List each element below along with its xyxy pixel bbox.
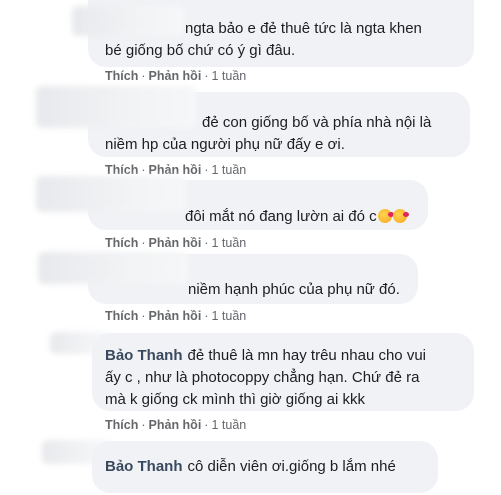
comment-text-line: Bảo Thanh đẻ thuê là mn hay trêu nhau cho… [105, 347, 426, 364]
comment-text-line: mà k giống ck mình thì giờ giống ai kkk [105, 391, 365, 408]
smiling-hearts-icon [392, 209, 409, 223]
comment-text-line: Bảo Thanh cô diễn viên ơi.giống b lắm nhé [105, 458, 396, 475]
timestamp[interactable]: 1 tuần [211, 236, 246, 250]
timestamp[interactable]: 1 tuần [211, 163, 246, 177]
comment-author[interactable]: Bảo Thanh [105, 458, 183, 475]
like-button[interactable]: Thích [105, 69, 138, 83]
like-button[interactable]: Thích [105, 163, 138, 177]
reply-button[interactable]: Phản hồi [149, 236, 202, 250]
comment-text-line: niềm hạnh phúc của phụ nữ đó. [188, 281, 400, 298]
like-button[interactable]: Thích [105, 418, 138, 432]
reply-button[interactable]: Phản hồi [149, 418, 202, 432]
reply-button[interactable]: Phản hồi [149, 309, 202, 323]
reply-button[interactable]: Phản hồi [149, 163, 202, 177]
comment-actions: Thích · Phản hồi · 1 tuần [105, 418, 247, 432]
blurred-author-name [72, 6, 184, 36]
comment-actions: Thích · Phản hồi · 1 tuần [105, 236, 247, 250]
comment-text-line: đôi mắt nó đang lườn ai đó c [185, 206, 409, 228]
timestamp[interactable]: 1 tuần [211, 309, 246, 323]
smiling-hearts-icon [377, 209, 394, 223]
comment-text-line: ngta bảo e đẻ thuê tức là ngta khen [185, 20, 422, 37]
blurred-author-name [36, 176, 186, 212]
reply-button[interactable]: Phản hồi [149, 69, 202, 83]
timestamp[interactable]: 1 tuần [211, 418, 246, 432]
comment-text-line: ấy c , như là photocoppy chẳng hạn. Chứ … [105, 369, 420, 386]
comment-text-line: bé giống bố chứ có ý gì đâu. [105, 42, 296, 59]
comment-actions: Thích · Phản hồi · 1 tuần [105, 309, 247, 323]
comment-actions: Thích · Phản hồi · 1 tuần [105, 69, 247, 83]
comment-author[interactable]: Bảo Thanh [105, 347, 183, 364]
like-button[interactable]: Thích [105, 236, 138, 250]
blurred-author-name [36, 86, 196, 128]
comment-text-line: đẻ con giống bố và phía nhà nội là [202, 114, 432, 131]
blurred-author-name [38, 252, 188, 284]
like-button[interactable]: Thích [105, 309, 138, 323]
comment-text-line: niềm hp của người phụ nữ đấy e ơi. [105, 136, 345, 153]
timestamp[interactable]: 1 tuần [211, 69, 246, 83]
comment-actions: Thích · Phản hồi · 1 tuần [105, 163, 247, 177]
